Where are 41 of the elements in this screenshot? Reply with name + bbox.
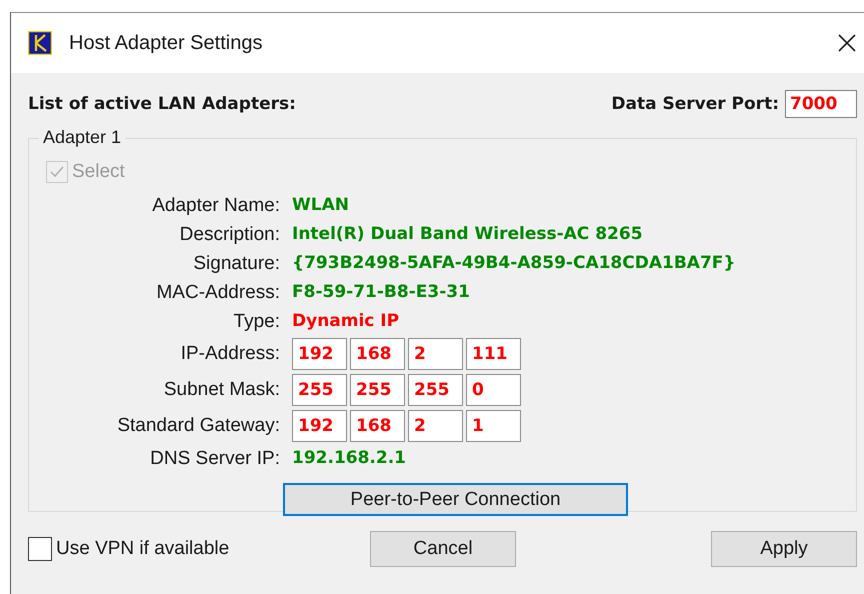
vpn-checkbox[interactable]: [28, 537, 52, 561]
window-title: Host Adapter Settings: [69, 32, 262, 54]
port-label: Data Server Port:: [611, 94, 779, 114]
field-value: 192.168.2.1: [292, 447, 406, 470]
apply-button[interactable]: Apply: [711, 531, 857, 567]
group-legend: Adapter 1: [39, 127, 126, 148]
field-value: Intel(R) Dual Band Wireless-AC 8265: [292, 223, 643, 246]
field-value: F8-59-71-B8-E3-31: [292, 281, 470, 304]
field-label: DNS Server IP:: [150, 447, 280, 471]
field-label: Adapter Name:: [152, 194, 280, 218]
field-value: {793B2498-5AFA-49B4-A859-CA18CDA1BA7F}: [292, 252, 736, 275]
cancel-button[interactable]: Cancel: [370, 531, 516, 567]
field-label: Description:: [180, 223, 280, 247]
port-field[interactable]: 7000: [785, 90, 857, 118]
octet-field[interactable]: 192: [292, 338, 347, 370]
octet-field[interactable]: 168: [350, 410, 405, 442]
octet-field[interactable]: 255: [408, 374, 463, 406]
vpn-label: Use VPN if available: [56, 538, 230, 560]
octet-field[interactable]: 192: [292, 410, 347, 442]
octet-field[interactable]: 168: [350, 338, 405, 370]
field-label: Signature:: [193, 252, 280, 276]
octet-field[interactable]: 255: [350, 374, 405, 406]
octet-field[interactable]: 2: [408, 410, 463, 442]
octet-field[interactable]: 255: [292, 374, 347, 406]
select-label: Select: [72, 161, 125, 183]
octet-field[interactable]: 111: [466, 338, 521, 370]
field-value: Dynamic IP: [292, 310, 400, 333]
field-value: WLAN: [292, 194, 349, 217]
octet-field[interactable]: 1: [466, 410, 521, 442]
close-icon[interactable]: [837, 33, 857, 53]
field-label: Subnet Mask:: [164, 378, 280, 402]
check-icon: [49, 164, 65, 180]
list-heading: List of active LAN Adapters:: [28, 94, 296, 114]
field-label: Standard Gateway:: [117, 414, 280, 438]
field-label: Type:: [234, 310, 280, 334]
peer-connection-button[interactable]: Peer-to-Peer Connection: [283, 483, 628, 516]
field-label: MAC-Address:: [156, 281, 280, 305]
octet-field[interactable]: 2: [408, 338, 463, 370]
app-icon: [28, 31, 52, 55]
octet-field[interactable]: 0: [466, 374, 521, 406]
field-label: IP-Address:: [180, 342, 280, 366]
